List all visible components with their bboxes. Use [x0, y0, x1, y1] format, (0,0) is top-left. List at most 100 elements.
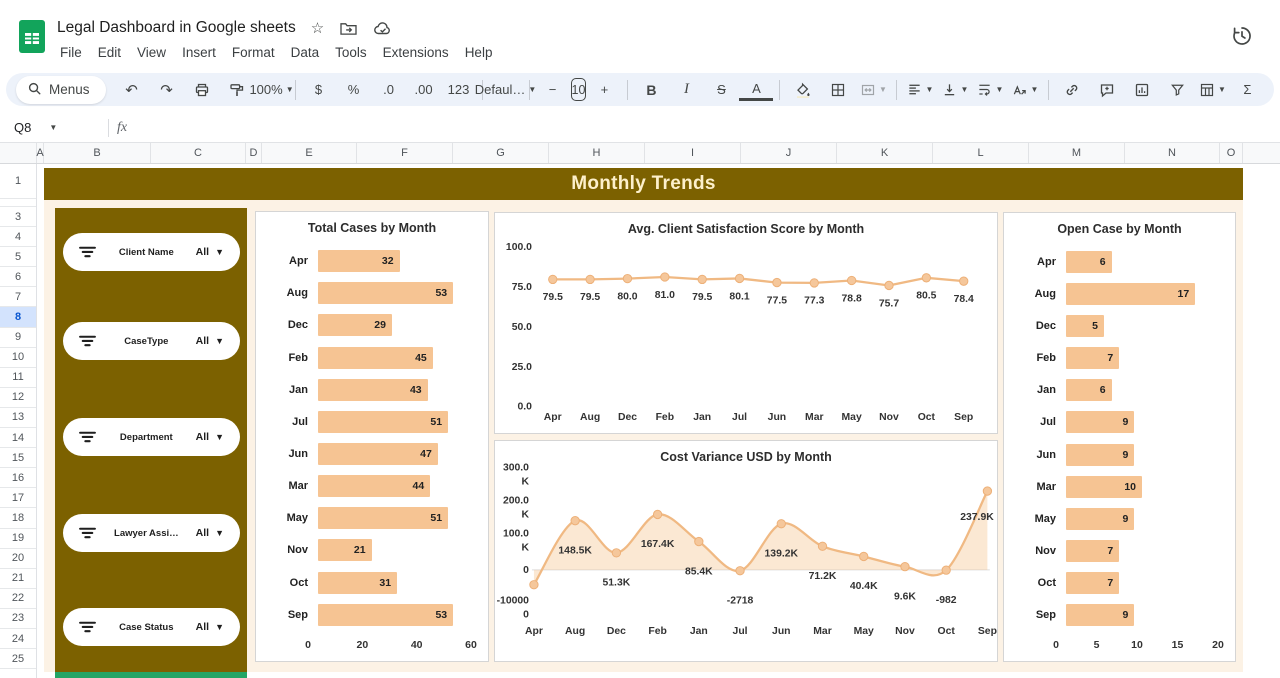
- chart-total-cases[interactable]: Total Cases by Month Apr32Aug53Dec29Feb4…: [255, 211, 489, 662]
- undo-button[interactable]: ↶: [115, 77, 149, 103]
- borders-button[interactable]: [821, 77, 855, 103]
- row-header-9[interactable]: 9: [0, 328, 36, 348]
- version-history-icon[interactable]: [1230, 24, 1254, 48]
- row-header-25[interactable]: 25: [0, 649, 36, 669]
- x-tick: May: [854, 626, 874, 637]
- slicer-lawyer-assi[interactable]: Lawyer Assi…All▼: [63, 514, 240, 552]
- menu-item-extensions[interactable]: Extensions: [375, 42, 457, 63]
- decrease-decimals-button[interactable]: .0: [372, 77, 406, 103]
- row-header-13[interactable]: 13: [0, 408, 36, 428]
- sheets-logo[interactable]: [19, 20, 45, 53]
- column-header-D[interactable]: D: [246, 143, 262, 163]
- column-header-O[interactable]: O: [1220, 143, 1243, 163]
- more-formats-button[interactable]: 123: [442, 77, 476, 103]
- row-header-12[interactable]: 12: [0, 388, 36, 408]
- column-header-I[interactable]: I: [645, 143, 741, 163]
- column-header-F[interactable]: F: [357, 143, 453, 163]
- column-header-J[interactable]: J: [741, 143, 837, 163]
- menu-item-insert[interactable]: Insert: [174, 42, 224, 63]
- table-button[interactable]: ▼: [1195, 77, 1229, 103]
- menu-item-data[interactable]: Data: [283, 42, 328, 63]
- strikethrough-button[interactable]: S: [704, 77, 738, 103]
- print-button[interactable]: [185, 77, 219, 103]
- row-header-1[interactable]: 1: [0, 164, 36, 199]
- slicer-casetype[interactable]: CaseTypeAll▼: [63, 322, 240, 360]
- column-header-H[interactable]: H: [549, 143, 645, 163]
- column-header-G[interactable]: G: [453, 143, 549, 163]
- functions-button[interactable]: Σ: [1230, 77, 1264, 103]
- cloud-check-icon: [373, 20, 393, 36]
- column-header-K[interactable]: K: [837, 143, 933, 163]
- decrease-font-size-button[interactable]: −: [536, 77, 570, 103]
- column-header-B[interactable]: B: [44, 143, 151, 163]
- menu-item-edit[interactable]: Edit: [90, 42, 129, 63]
- row-header-14[interactable]: 14: [0, 428, 36, 448]
- slicer-case-status[interactable]: Case StatusAll▼: [63, 608, 240, 646]
- font-size-input[interactable]: 10: [571, 78, 587, 101]
- menu-item-view[interactable]: View: [129, 42, 174, 63]
- row-header-22[interactable]: 22: [0, 589, 36, 609]
- fill-color-button[interactable]: [786, 77, 820, 103]
- row-header-15[interactable]: 15: [0, 448, 36, 468]
- chart-open-cases[interactable]: Open Case by Month Apr6Aug17Dec5Feb7Jan6…: [1003, 212, 1236, 662]
- insert-link-button[interactable]: [1055, 77, 1089, 103]
- row-header-20[interactable]: 20: [0, 549, 36, 569]
- increase-decimals-button[interactable]: .00: [407, 77, 441, 103]
- document-title[interactable]: Legal Dashboard in Google sheets: [57, 19, 296, 37]
- move-folder-icon[interactable]: [339, 21, 358, 36]
- row-header-6[interactable]: 6: [0, 267, 36, 287]
- row-header-23[interactable]: 23: [0, 609, 36, 629]
- name-box[interactable]: Q8 ▼: [0, 120, 100, 135]
- merge-cells-button[interactable]: ▼: [856, 77, 890, 103]
- row-header-3[interactable]: 3: [0, 207, 36, 227]
- row-header-24[interactable]: 24: [0, 629, 36, 649]
- percent-format-button[interactable]: %: [337, 77, 371, 103]
- font-select[interactable]: Defaul…▼: [489, 77, 523, 103]
- vertical-align-button[interactable]: ▼: [938, 77, 972, 103]
- chart-cost-variance[interactable]: Cost Variance USD by Month 300.0K200.0K1…: [494, 440, 998, 662]
- text-rotation-button[interactable]: ▼: [1008, 77, 1042, 103]
- paint-format-button[interactable]: [220, 77, 254, 103]
- zoom-select[interactable]: 100%▼: [255, 77, 289, 103]
- column-header-L[interactable]: L: [933, 143, 1029, 163]
- row-header-21[interactable]: 21: [0, 569, 36, 589]
- row-header-17[interactable]: 17: [0, 488, 36, 508]
- menus-search[interactable]: Menus: [16, 76, 106, 104]
- menu-item-help[interactable]: Help: [457, 42, 501, 63]
- menu-item-format[interactable]: Format: [224, 42, 283, 63]
- text-wrap-button[interactable]: ▼: [973, 77, 1007, 103]
- row-header-8[interactable]: 8: [0, 307, 36, 327]
- select-all-corner[interactable]: [0, 143, 37, 163]
- row-header-2[interactable]: [0, 199, 36, 207]
- increase-font-size-button[interactable]: +: [587, 77, 621, 103]
- chart-satisfaction[interactable]: Avg. Client Satisfaction Score by Month …: [494, 212, 998, 434]
- create-filter-button[interactable]: [1160, 77, 1194, 103]
- row-header-18[interactable]: 18: [0, 508, 36, 528]
- row-header-4[interactable]: 4: [0, 227, 36, 247]
- bold-button[interactable]: B: [634, 77, 668, 103]
- column-header-C[interactable]: C: [151, 143, 246, 163]
- row-header-19[interactable]: 19: [0, 529, 36, 549]
- row-header-10[interactable]: 10: [0, 348, 36, 368]
- italic-button[interactable]: I: [669, 77, 703, 103]
- menu-item-tools[interactable]: Tools: [327, 42, 375, 63]
- slicer-department[interactable]: DepartmentAll▼: [63, 418, 240, 456]
- slicer-client-name[interactable]: Client NameAll▼: [63, 233, 240, 271]
- text-color-button[interactable]: A: [739, 79, 773, 101]
- horizontal-align-button[interactable]: ▼: [903, 77, 937, 103]
- star-icon[interactable]: ☆: [311, 19, 324, 37]
- row-header-11[interactable]: 11: [0, 368, 36, 388]
- currency-format-button[interactable]: $: [302, 77, 336, 103]
- column-header-E[interactable]: E: [262, 143, 357, 163]
- redo-button[interactable]: ↷: [150, 77, 184, 103]
- column-header-M[interactable]: M: [1029, 143, 1125, 163]
- row-header-7[interactable]: 7: [0, 287, 36, 307]
- column-header-N[interactable]: N: [1125, 143, 1220, 163]
- row-header-5[interactable]: 5: [0, 247, 36, 267]
- row-header-16[interactable]: 16: [0, 468, 36, 488]
- insert-chart-button[interactable]: [1125, 77, 1159, 103]
- column-header-A[interactable]: A: [37, 143, 44, 163]
- insert-comment-button[interactable]: [1090, 77, 1124, 103]
- menu-item-file[interactable]: File: [52, 42, 90, 63]
- data-point: [773, 278, 781, 286]
